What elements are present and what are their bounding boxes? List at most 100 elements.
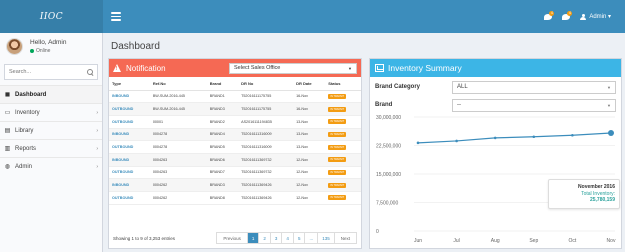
column-header[interactable]: Type <box>109 77 150 91</box>
type-link[interactable]: INBOUND <box>109 178 150 192</box>
top-navbar: IIOC 4 4 Admin ▾ <box>0 0 625 33</box>
data-point <box>571 133 574 137</box>
table-cell: IN TRANSIT <box>325 166 361 180</box>
page-4[interactable]: 4 <box>281 233 293 243</box>
chart-tooltip: November 2016 Total Inventory: 25,780,15… <box>548 179 620 209</box>
status-badge: IN TRANSIT <box>328 157 347 163</box>
notification-bell-1[interactable]: 4 <box>544 10 555 20</box>
brand-category-value: ALL <box>457 84 468 90</box>
inventory-title: Inventory Summary <box>388 63 462 73</box>
user-greeting: Hello, Admin <box>30 38 67 46</box>
table-cell: BW-SUM-2016-445 <box>149 102 207 116</box>
x-tick-label: Nov <box>607 238 616 244</box>
page-3[interactable]: 3 <box>269 233 282 243</box>
tooltip-date: November 2016 <box>578 184 615 190</box>
chevron-right-icon: › <box>96 163 98 170</box>
table-cell: 0004262 <box>149 178 207 192</box>
table-cell: BRAND5 <box>206 140 239 154</box>
sidebar-item-label: Reports <box>15 145 37 152</box>
page-previous[interactable]: Previous <box>217 233 247 243</box>
sidebar-search <box>4 64 98 80</box>
table-row[interactable]: OUTBOUND 0004262 BRAND8 T52016111369426 12-N… <box>109 191 361 205</box>
sidebar-menu: ◼ Dashboard ▭ Inventory › ▤ Library › ▥ Reports › ◍… <box>0 85 102 175</box>
sidebar-item-admin[interactable]: ◍ Admin › <box>0 157 102 175</box>
data-point <box>455 139 458 143</box>
user-info: Hello, Admin Online <box>30 39 67 54</box>
type-link[interactable]: OUTBOUND <box>109 102 150 116</box>
search-icon[interactable] <box>87 69 93 75</box>
y-tick-label: 7,500,000 <box>376 201 398 207</box>
column-header[interactable]: Ref.No <box>149 77 207 91</box>
table-cell: 0004262 <box>149 191 207 205</box>
table-cell: T52016111175755 <box>238 102 294 116</box>
sidebar: Hello, Admin Online ◼ Dashboard ▭ Inventory… <box>0 33 103 252</box>
table-cell: 16-Nov <box>293 102 326 116</box>
pagination: Previous 1 2 3 4 5... 135 Next <box>216 232 357 244</box>
notification-bell-2[interactable]: 4 <box>562 10 573 20</box>
sidebar-item-label: Dashboard <box>15 91 47 98</box>
sidebar-toggle-icon[interactable] <box>111 12 121 21</box>
page-title: Dashboard <box>111 41 160 52</box>
sidebar-item-label: Library <box>15 127 34 134</box>
page-2[interactable]: 2 <box>258 233 270 243</box>
data-point <box>608 130 614 137</box>
type-link[interactable]: INBOUND <box>109 90 150 104</box>
status-badge: IN TRANSIT <box>328 195 347 201</box>
table-row[interactable]: INBOUND 0004263 BRAND6 T52016111369732 12-No… <box>109 153 361 167</box>
table-row[interactable]: INBOUND BW-SUM-2016-445 BRAND1 T52016111175… <box>109 90 361 104</box>
chevron-right-icon: › <box>96 127 98 134</box>
type-link[interactable]: OUTBOUND <box>109 140 150 154</box>
app-logo[interactable]: IIOC <box>0 0 103 33</box>
column-header[interactable]: DR No <box>238 77 294 91</box>
type-link[interactable]: INBOUND <box>109 153 150 167</box>
page-1[interactable]: 1 <box>246 233 259 243</box>
type-link[interactable]: OUTBOUND <box>109 191 150 205</box>
sales-office-select[interactable]: Select Sales Office ▼ <box>229 62 357 74</box>
tooltip-value: 25,780,159 <box>589 197 615 203</box>
page-135[interactable]: 135 <box>317 233 334 243</box>
table-row[interactable]: OUTBOUND 0004278 BRAND5 T52016111316009 13-N… <box>109 140 361 154</box>
sidebar-item-reports[interactable]: ▥ Reports › <box>0 139 102 157</box>
status-badge: IN TRANSIT <box>328 169 347 175</box>
page-next[interactable]: Next <box>333 233 356 243</box>
search-input[interactable] <box>9 69 87 75</box>
table-row[interactable]: OUTBOUND BW-SUM-2016-445 BRAND3 T5201611117… <box>109 102 361 116</box>
table-cell: BRAND4 <box>206 128 239 142</box>
table-cell: 0004263 <box>149 166 207 180</box>
notification-table: Type Ref.No Brand DR No DR Date Status INBOUN… <box>109 77 361 205</box>
user-menu[interactable]: Admin ▾ <box>580 13 611 20</box>
table-row[interactable]: OUTBOUND 0004263 BRAND7 T52016111369732 12-N… <box>109 166 361 180</box>
sidebar-item-library[interactable]: ▤ Library › <box>0 121 102 139</box>
column-header[interactable]: DR Date <box>293 77 326 91</box>
y-tick-label: 22,500,000 <box>376 144 401 150</box>
sidebar-item-inventory[interactable]: ▭ Inventory › <box>0 103 102 121</box>
table-cell: 13-Nov <box>293 140 326 154</box>
type-link[interactable]: OUTBOUND <box>109 166 150 180</box>
navbar-right: 4 4 Admin ▾ <box>544 10 611 20</box>
status-badge: IN TRANSIT <box>328 119 347 125</box>
table-row[interactable]: INBOUND 0004262 BRAND3 T52016111369426 12-No… <box>109 178 361 192</box>
notification-title: Notification <box>126 63 166 73</box>
chart-icon <box>375 64 384 72</box>
status-badge: IN TRANSIT <box>328 131 347 137</box>
table-cell: IN TRANSIT <box>325 90 361 104</box>
table-cell: BRAND8 <box>206 191 239 205</box>
y-tick-label: 0 <box>376 229 379 235</box>
table-row[interactable]: OUTBOUND 00001 BRAND2 AS2016111194835 13-Nov… <box>109 115 361 129</box>
column-header[interactable]: Status <box>325 77 361 91</box>
type-link[interactable]: OUTBOUND <box>109 115 150 129</box>
column-header[interactable]: Brand <box>206 77 239 91</box>
table-cell: T52016111369426 <box>238 178 294 192</box>
table-cell: 16-Nov <box>293 90 326 104</box>
dashboard-icon: ◼ <box>5 92 10 98</box>
admin-icon: ◍ <box>4 164 11 170</box>
notification-panel-header: Notification Select Sales Office ▼ <box>109 59 361 77</box>
table-cell: 12-Nov <box>293 166 326 180</box>
page-5[interactable]: 5 <box>292 233 305 243</box>
table-cell: AS2016111194835 <box>238 115 294 129</box>
type-link[interactable]: INBOUND <box>109 128 150 142</box>
brand-category-select[interactable]: ALL ▼ <box>452 80 616 94</box>
table-cell: IN TRANSIT <box>325 140 361 154</box>
sidebar-item-dashboard[interactable]: ◼ Dashboard <box>0 85 102 103</box>
table-row[interactable]: INBOUND 0004278 BRAND4 T52016111316009 13-No… <box>109 128 361 142</box>
